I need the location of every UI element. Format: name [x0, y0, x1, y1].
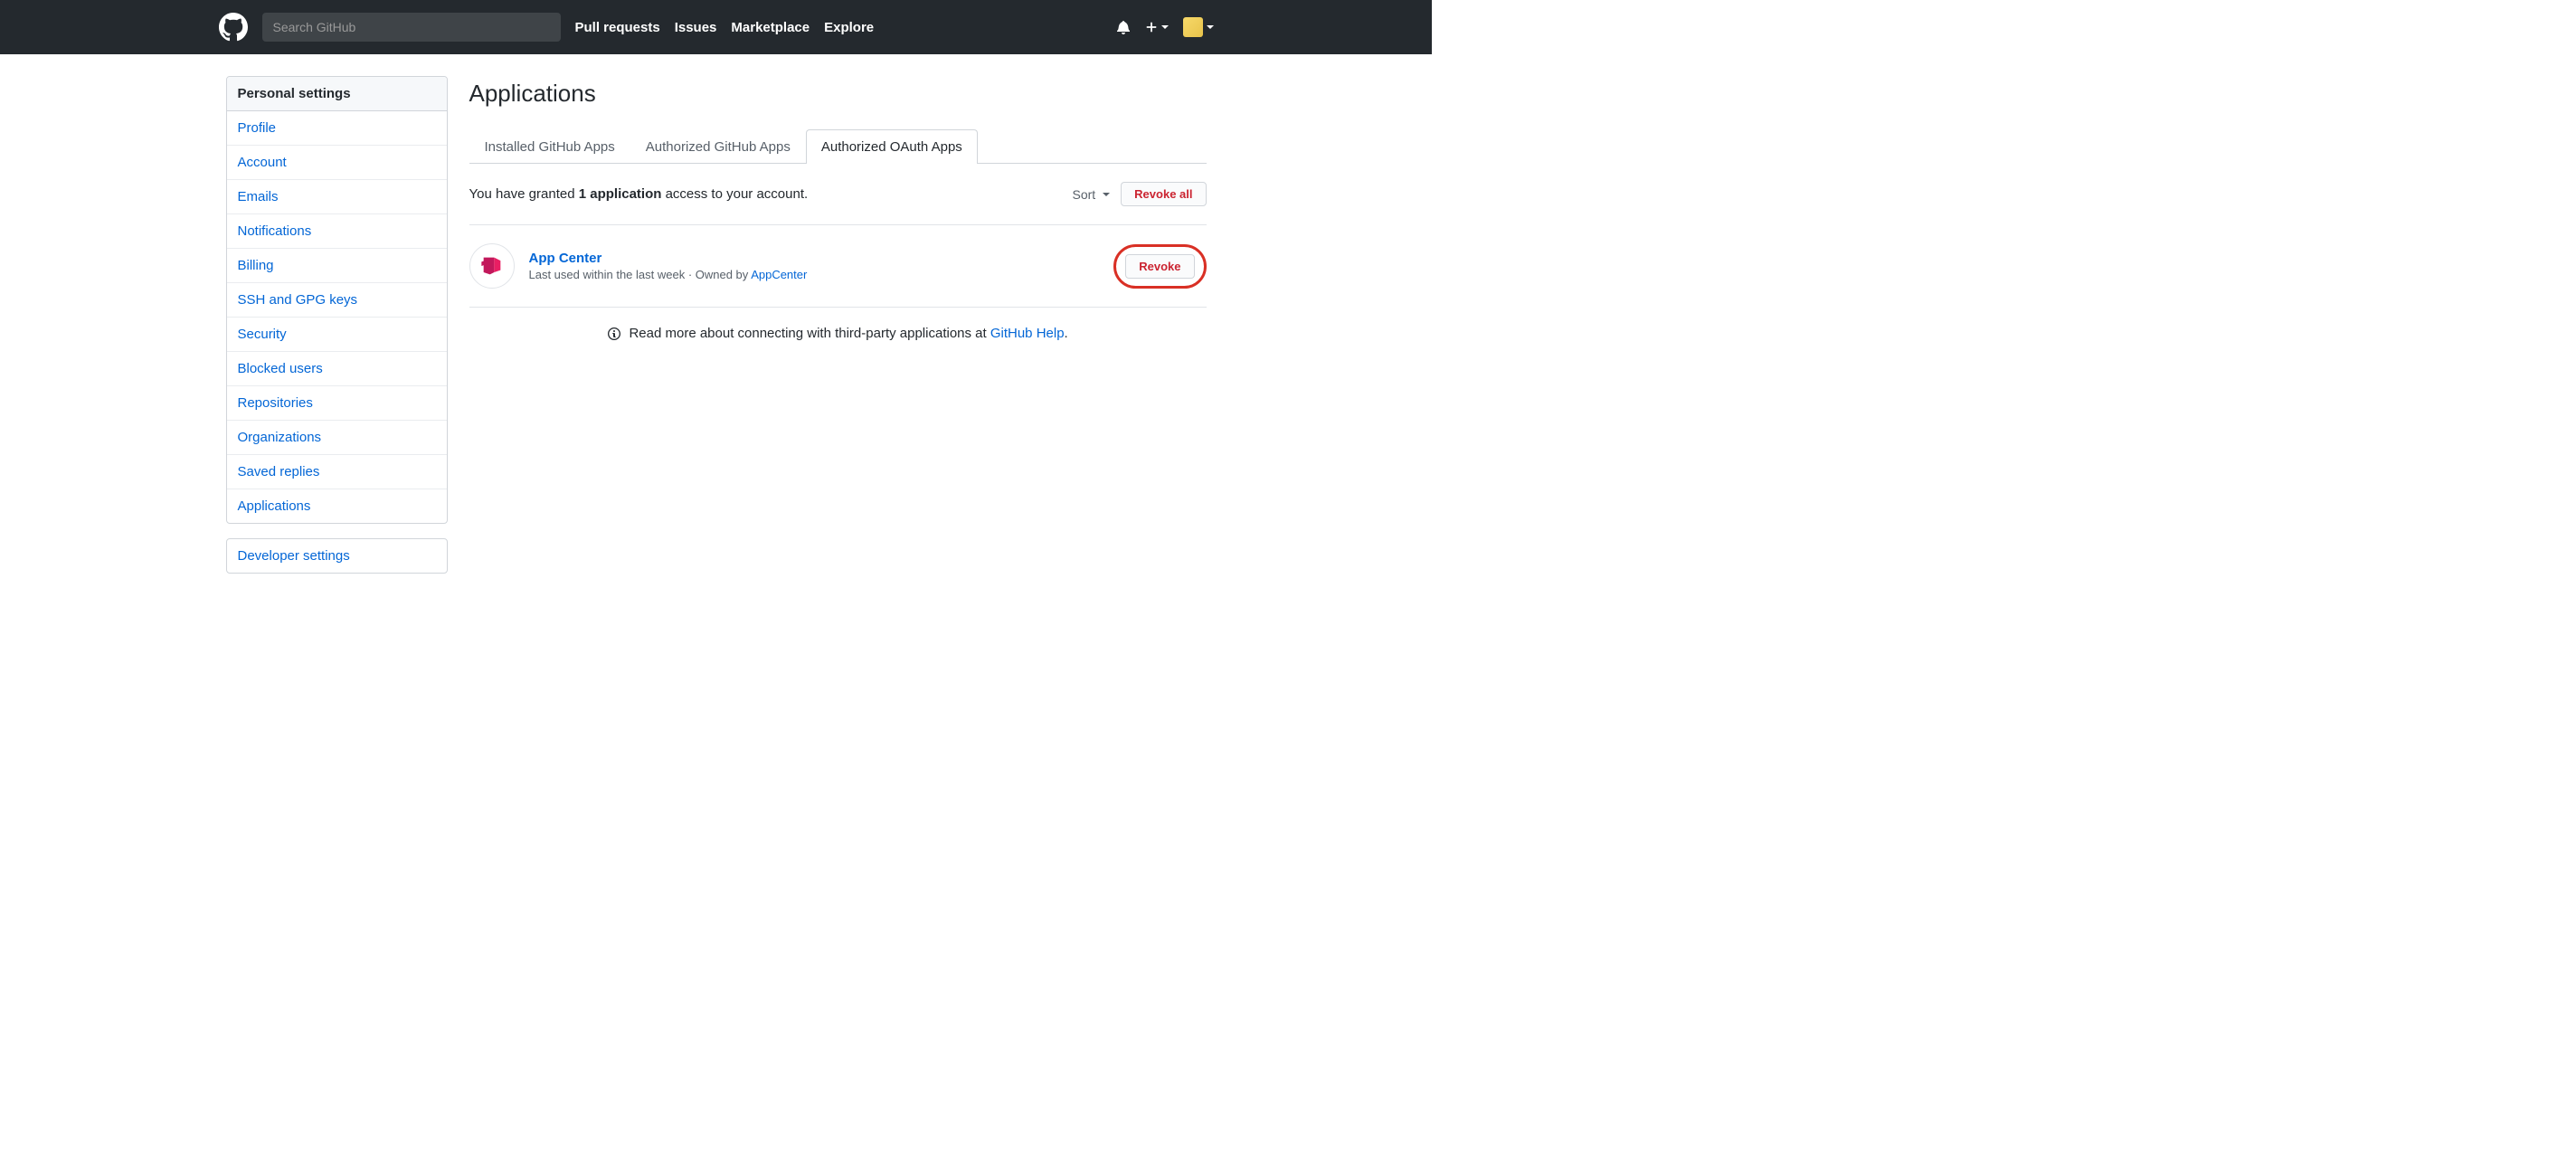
sidebar-item-developer-settings[interactable]: Developer settings	[227, 539, 447, 573]
create-new-dropdown[interactable]	[1145, 21, 1169, 33]
footer-note: Read more about connecting with third-pa…	[469, 308, 1207, 359]
plus-icon	[1145, 21, 1158, 33]
primary-nav: Pull requests Issues Marketplace Explore	[575, 20, 875, 35]
app-meta-text: Last used within the last week · Owned b…	[529, 268, 752, 281]
sidebar-item-security[interactable]: Security	[227, 318, 447, 352]
sidebar-item-billing[interactable]: Billing	[227, 249, 447, 283]
oauth-app-row: App Center Last used within the last wee…	[469, 225, 1207, 308]
revoke-all-button[interactable]: Revoke all	[1121, 182, 1206, 206]
app-meta: Last used within the last week · Owned b…	[529, 268, 1114, 281]
nav-pull-requests[interactable]: Pull requests	[575, 20, 660, 35]
tab-authorized-oauth-apps[interactable]: Authorized OAuth Apps	[806, 129, 978, 164]
sort-dropdown[interactable]: Sort	[1072, 187, 1110, 202]
grant-suffix: access to your account.	[661, 186, 808, 202]
github-mark-icon	[219, 13, 248, 42]
nav-explore[interactable]: Explore	[824, 20, 874, 35]
global-header: Pull requests Issues Marketplace Explore	[0, 0, 1432, 54]
github-help-link[interactable]: GitHub Help	[990, 326, 1065, 341]
sidebar-item-ssh-keys[interactable]: SSH and GPG keys	[227, 283, 447, 318]
user-menu-dropdown[interactable]	[1183, 17, 1214, 37]
grant-count: 1 application	[579, 186, 662, 202]
sidebar-item-organizations[interactable]: Organizations	[227, 421, 447, 455]
grant-summary: You have granted 1 application access to…	[469, 186, 809, 202]
sidebar-item-profile[interactable]: Profile	[227, 111, 447, 146]
caret-down-icon	[1103, 193, 1110, 196]
github-logo[interactable]	[219, 13, 248, 42]
settings-sidebar: Personal settings Profile Account Emails…	[226, 76, 448, 588]
info-icon	[607, 327, 621, 341]
revoke-highlight: Revoke	[1113, 244, 1206, 289]
search-input[interactable]	[262, 13, 561, 42]
application-tabs: Installed GitHub Apps Authorized GitHub …	[469, 129, 1207, 164]
tab-installed-github-apps[interactable]: Installed GitHub Apps	[469, 129, 630, 164]
notifications-button[interactable]	[1116, 20, 1131, 34]
bell-icon	[1116, 20, 1131, 34]
user-avatar	[1183, 17, 1203, 37]
nav-issues[interactable]: Issues	[675, 20, 717, 35]
nav-marketplace[interactable]: Marketplace	[731, 20, 810, 35]
revoke-button[interactable]: Revoke	[1125, 254, 1194, 279]
footer-text: Read more about connecting with third-pa…	[629, 326, 990, 341]
sort-label: Sort	[1072, 187, 1095, 202]
grant-prefix: You have granted	[469, 186, 579, 202]
sidebar-item-account[interactable]: Account	[227, 146, 447, 180]
app-owner-link[interactable]: AppCenter	[751, 268, 807, 281]
app-center-icon	[479, 253, 505, 279]
sidebar-item-repositories[interactable]: Repositories	[227, 386, 447, 421]
sidebar-item-saved-replies[interactable]: Saved replies	[227, 455, 447, 489]
footer-period: .	[1065, 326, 1068, 341]
caret-down-icon	[1161, 25, 1169, 29]
sidebar-item-applications[interactable]: Applications	[227, 489, 447, 523]
app-name-link[interactable]: App Center	[529, 251, 602, 266]
page-title: Applications	[469, 80, 1207, 108]
sidebar-item-emails[interactable]: Emails	[227, 180, 447, 214]
sidebar-item-blocked-users[interactable]: Blocked users	[227, 352, 447, 386]
caret-down-icon	[1207, 25, 1214, 29]
app-avatar	[469, 243, 515, 289]
main-content: Applications Installed GitHub Apps Autho…	[469, 76, 1207, 588]
sidebar-item-notifications[interactable]: Notifications	[227, 214, 447, 249]
tab-authorized-github-apps[interactable]: Authorized GitHub Apps	[630, 129, 806, 164]
sidebar-heading: Personal settings	[227, 77, 447, 111]
